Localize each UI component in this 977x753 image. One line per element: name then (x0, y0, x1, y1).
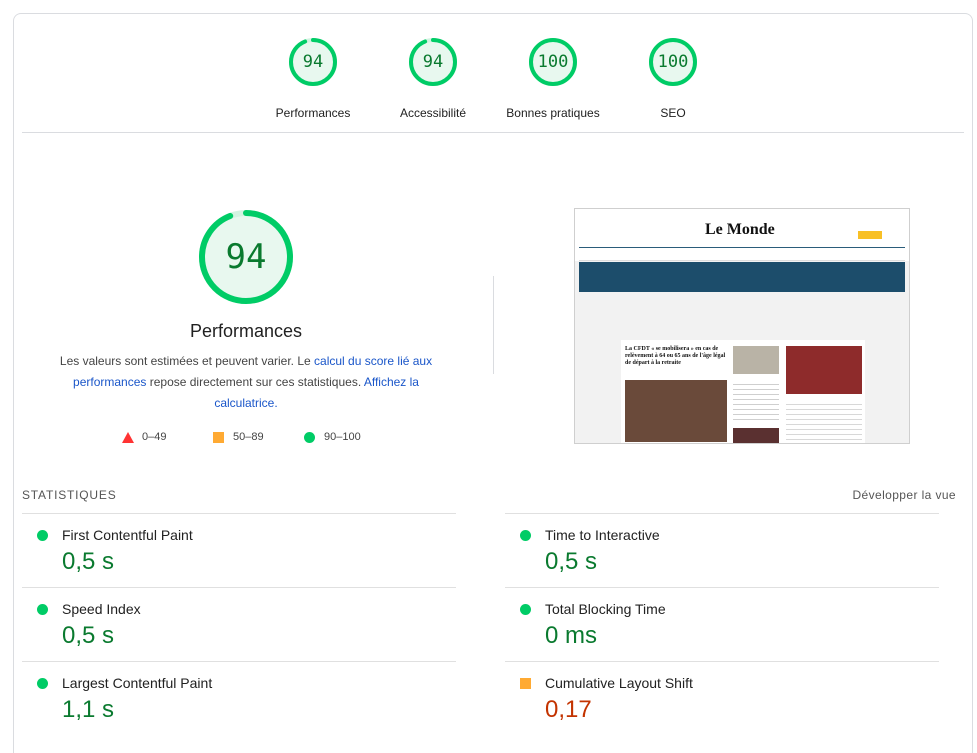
performance-gauge: 94 (196, 207, 296, 307)
legend-range: 0–49 (142, 431, 167, 443)
metric-total-blocking-time: Total Blocking Time 0 ms (505, 587, 939, 661)
performance-section: 94 Performances Les valeurs sont estimée… (14, 133, 972, 478)
square-icon (213, 432, 224, 443)
metric-cumulative-layout-shift: Cumulative Layout Shift 0,17 (505, 661, 939, 735)
gauge-label: Performances (275, 106, 351, 120)
desc-text-2: repose directement sur ces statistiques. (146, 375, 364, 389)
metric-time-to-interactive: Time to Interactive 0,5 s (505, 513, 939, 587)
pass-icon (37, 604, 48, 615)
metric-speed-index: Speed Index 0,5 s (22, 587, 456, 661)
thumb-photo (786, 346, 862, 394)
pass-icon (520, 604, 531, 615)
section-divider (493, 276, 494, 374)
gauge-ring: 100 (647, 36, 699, 88)
score-summary: 94 Performances 94 Accessibilité 100 Bon… (14, 14, 972, 132)
thumb-photo (625, 380, 727, 442)
thumb-illustration (733, 346, 779, 374)
thumb-text-lines (733, 380, 779, 420)
metric-name: Time to Interactive (545, 527, 660, 543)
metric-name: First Contentful Paint (62, 527, 193, 543)
performance-score: 94 (225, 237, 267, 277)
thumb-photo (733, 428, 779, 443)
desc-text-1: Les valeurs sont estimées et peuvent var… (59, 354, 315, 368)
legend-range: 50–89 (233, 431, 264, 443)
metric-largest-contentful-paint: Largest Contentful Paint 1,1 s (22, 661, 456, 735)
metric-value: 0,5 s (62, 548, 115, 575)
legend-range: 90–100 (324, 431, 361, 443)
metric-name: Largest Contentful Paint (62, 675, 213, 691)
subscribe-button-thumb (858, 231, 882, 239)
pass-icon (520, 530, 531, 541)
pass-icon (37, 678, 48, 689)
thumb-nav (579, 247, 905, 261)
expand-view-toggle[interactable]: Développer la vue (852, 488, 956, 502)
metric-name: Cumulative Layout Shift (545, 675, 693, 691)
metric-first-contentful-paint: First Contentful Paint 0,5 s (22, 513, 456, 587)
metric-name: Speed Index (62, 601, 141, 617)
gauge-label: Accessibilité (399, 106, 467, 120)
gauge-label: SEO (660, 106, 686, 120)
thumb-news-ticker (579, 262, 905, 292)
statistics-header: STATISTIQUES (22, 488, 117, 502)
gauge-ring: 94 (407, 36, 459, 88)
lighthouse-report-card: 94 Performances 94 Accessibilité 100 Bon… (13, 13, 973, 753)
pass-icon (37, 530, 48, 541)
performance-description: Les valeurs sont estimées et peuvent var… (52, 351, 440, 414)
gauge-ring: 100 (527, 36, 579, 88)
performance-title: Performances (189, 321, 303, 341)
gauge-score: 100 (537, 52, 569, 72)
metric-name: Total Blocking Time (545, 601, 666, 617)
gauge-ring: 94 (287, 36, 339, 88)
metric-value: 1,1 s (62, 696, 115, 723)
circle-icon (304, 432, 315, 443)
gauge-bonnes-pratiques[interactable]: 100 Bonnes pratiques (493, 36, 613, 120)
gauge-label: Bonnes pratiques (506, 106, 600, 120)
gauge-accessibilite[interactable]: 94 Accessibilité (373, 36, 493, 120)
final-screenshot: Le Monde La CFDT « se mobilisera » en ca… (574, 208, 910, 444)
gauge-score: 100 (657, 52, 689, 72)
triangle-icon (122, 432, 134, 443)
thumb-text-lines (786, 400, 862, 440)
thumb-article: La CFDT « se mobilisera » en cas de relè… (621, 340, 865, 443)
metric-value: 0,5 s (62, 622, 115, 649)
score-legend: 0–49 50–89 90–100 (120, 431, 420, 447)
gauge-performances[interactable]: 94 Performances (253, 36, 373, 120)
metric-value: 0 ms (545, 622, 598, 649)
gauge-seo[interactable]: 100 SEO (613, 36, 733, 120)
metric-value: 0,5 s (545, 548, 598, 575)
gauge-score: 94 (422, 52, 444, 72)
gauge-score: 94 (302, 52, 324, 72)
average-icon (520, 678, 531, 689)
site-logo: Le Monde (705, 221, 775, 238)
metric-value: 0,17 (545, 696, 592, 723)
thumb-headline: La CFDT « se mobilisera » en cas de relè… (625, 346, 726, 366)
